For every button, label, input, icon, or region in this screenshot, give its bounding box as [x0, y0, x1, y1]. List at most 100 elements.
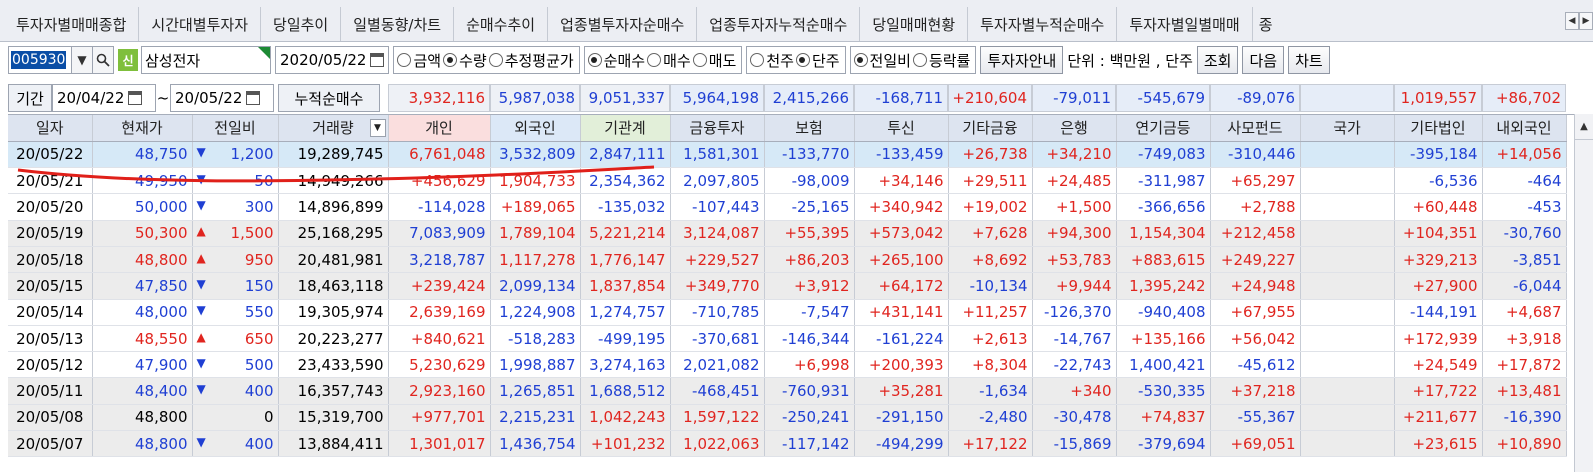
radio-radio3-1[interactable]: 단주: [795, 50, 840, 71]
investor-cell: 3,274,163: [580, 351, 671, 379]
investor-cell: +8,692: [948, 246, 1033, 274]
column-header-2[interactable]: 전일비: [192, 115, 279, 142]
table-row[interactable]: 20/05/20 50,000 ▼ 300 14,896,899 -114,028 +189…: [8, 193, 1567, 221]
column-header-10[interactable]: 기타금융: [948, 115, 1033, 142]
volume-cell: 18,463,118: [278, 272, 389, 300]
query-button[interactable]: 조회: [1196, 46, 1239, 74]
tab-3[interactable]: 일별동향/차트: [341, 7, 455, 41]
column-header-6[interactable]: 기관계: [580, 115, 671, 142]
radio-radio3-0[interactable]: 천주: [750, 50, 794, 71]
radio-radio2-1[interactable]: 매수: [647, 50, 691, 71]
tab-4[interactable]: 순매수추이: [454, 7, 549, 41]
radio-radio1-0[interactable]: 금액: [397, 50, 441, 71]
tab-5[interactable]: 업종별투자자순매수: [548, 7, 698, 41]
vertical-scrollbar[interactable]: ▲: [1574, 114, 1593, 472]
investor-cell: +53,783: [1032, 246, 1117, 274]
triangle-down-icon: ▼: [196, 171, 206, 186]
code-dropdown-button[interactable]: ▼: [71, 46, 93, 74]
column-header-label: 금융투자: [689, 119, 745, 138]
radio-radio2-0[interactable]: 순매수: [587, 50, 645, 71]
calendar-icon[interactable]: [128, 91, 143, 105]
column-header-16[interactable]: 내외국인: [1482, 115, 1567, 142]
table-row[interactable]: 20/05/12 47,900 ▼ 500 23,433,590 5,230,629 1,9…: [8, 351, 1567, 379]
column-header-1[interactable]: 현재가: [92, 115, 193, 142]
radio-radio4-0[interactable]: 전일비: [853, 50, 911, 71]
table-row[interactable]: 20/05/19 50,300 ▲ 1,500 25,168,295 7,083,909 1…: [8, 220, 1567, 247]
radio-radio2-2[interactable]: 매도: [692, 50, 736, 71]
scroll-up-icon[interactable]: ▲: [1575, 114, 1593, 140]
tab-9[interactable]: 투자자별일별매매: [1117, 7, 1253, 41]
tab-left-icon[interactable]: ◀: [1565, 12, 1579, 30]
radio-radio4-1[interactable]: 등락률: [912, 50, 970, 71]
tab-2[interactable]: 당일추이: [261, 7, 342, 41]
change-cell: ▲ 650: [192, 325, 279, 353]
table-row[interactable]: 20/05/15 47,850 ▼ 150 18,463,118 +239,424 2,09…: [8, 272, 1567, 300]
date-cell: 20/05/19: [8, 220, 93, 247]
investor-cell: +239,424: [388, 272, 491, 300]
column-header-5[interactable]: 외국인: [490, 115, 581, 142]
column-header-7[interactable]: 금융투자: [670, 115, 765, 142]
table-row[interactable]: 20/05/07 48,800 ▼ 400 13,884,411 1,301,017 1,4…: [8, 430, 1567, 458]
change-value: 650: [244, 329, 274, 348]
next-button[interactable]: 다음: [1242, 46, 1285, 74]
table-row[interactable]: 20/05/22 48,750 ▼ 1,200 19,289,745 6,761,048 3…: [8, 141, 1567, 169]
column-header-14[interactable]: 국가: [1300, 115, 1395, 142]
radio-radio1-1[interactable]: 수량: [443, 50, 487, 71]
tab-0[interactable]: 투자자별매매종합: [4, 7, 140, 41]
sort-dropdown-icon[interactable]: ▼: [369, 119, 386, 137]
column-header-3[interactable]: 거래량 ▼: [278, 115, 389, 142]
radio-dot-icon: [912, 53, 927, 67]
tab-right-icon[interactable]: ▶: [1579, 12, 1593, 30]
column-header-12[interactable]: 연기금등: [1116, 115, 1211, 142]
table-row[interactable]: 20/05/08 48,800 0 15,319,700 +977,701 2,215,2…: [8, 404, 1567, 432]
tab-1[interactable]: 시간대별투자자: [139, 7, 262, 41]
tab-10[interactable]: 종: [1252, 7, 1311, 41]
table-row[interactable]: 20/05/11 48,400 ▼ 400 16,357,743 2,923,160 1,2…: [8, 377, 1567, 405]
investor-cell: +104,351: [1394, 220, 1483, 247]
table-row[interactable]: 20/05/21 49,950 ▼ 50 14,949,266 +456,629 1,904…: [8, 167, 1567, 195]
search-button[interactable]: [92, 46, 114, 74]
chart-button[interactable]: 차트: [1288, 46, 1330, 74]
column-header-11[interactable]: 은행: [1032, 115, 1117, 142]
investor-cell: [1300, 404, 1395, 432]
investor-cell: -494,299: [854, 430, 949, 458]
radio-radio1-2[interactable]: 추정평균가: [488, 50, 574, 71]
stock-code-text: 005930: [11, 51, 67, 69]
volume-cell: 16,357,743: [278, 377, 389, 405]
change-cell: ▼ 400: [192, 377, 279, 405]
tab-8[interactable]: 투자자별누적순매수: [968, 7, 1118, 41]
table-row[interactable]: 20/05/18 48,800 ▲ 950 20,481,981 3,218,787 1,1…: [8, 246, 1567, 274]
investor-cell: 1,904,733: [490, 167, 581, 195]
investor-cell: -7,547: [764, 299, 855, 326]
column-header-9[interactable]: 투신: [854, 115, 949, 142]
investor-cell: +11,257: [948, 299, 1033, 326]
calendar-icon[interactable]: [370, 53, 385, 67]
column-header-13[interactable]: 사모펀드: [1210, 115, 1301, 142]
column-header-0[interactable]: 일자: [8, 115, 93, 142]
trade-type-radio-group: 순매수 매수 매도: [583, 46, 743, 74]
investor-guide-button[interactable]: 투자자안내: [980, 46, 1064, 74]
period-from-input[interactable]: 20/04/22: [52, 84, 156, 112]
tab-7[interactable]: 당일매매현황: [860, 7, 969, 41]
change-value: 0: [263, 408, 274, 427]
column-header-15[interactable]: 기타법인: [1394, 115, 1483, 142]
investor-cell: 1,400,421: [1116, 351, 1211, 379]
column-header-8[interactable]: 보험: [764, 115, 855, 142]
tab-6[interactable]: 업종투자자누적순매수: [697, 7, 861, 41]
date-input[interactable]: 2020/05/22: [275, 46, 390, 74]
table-row[interactable]: 20/05/13 48,550 ▲ 650 20,223,277 +840,621 -518…: [8, 325, 1567, 353]
column-header-4[interactable]: 개인: [388, 115, 491, 142]
table-row[interactable]: 20/05/14 48,000 ▼ 550 19,305,974 2,639,169 1,2…: [8, 299, 1567, 326]
cumulative-value-6: +210,604: [948, 84, 1032, 112]
stock-name-field[interactable]: 삼성전자: [141, 46, 271, 74]
calendar-icon[interactable]: [246, 91, 261, 105]
change-cell: ▲ 1,500: [192, 220, 279, 247]
triangle-down-icon: ▼: [196, 276, 206, 291]
investor-cell: -45,612: [1210, 351, 1301, 379]
investor-cell: -464: [1482, 167, 1567, 195]
period-to-input[interactable]: 20/05/22: [170, 84, 274, 112]
stock-code-input[interactable]: 005930: [8, 46, 72, 74]
investor-cell: -16,390: [1482, 404, 1567, 432]
investor-cell: 1,154,304: [1116, 220, 1211, 247]
investor-cell: +10,890: [1482, 430, 1567, 458]
